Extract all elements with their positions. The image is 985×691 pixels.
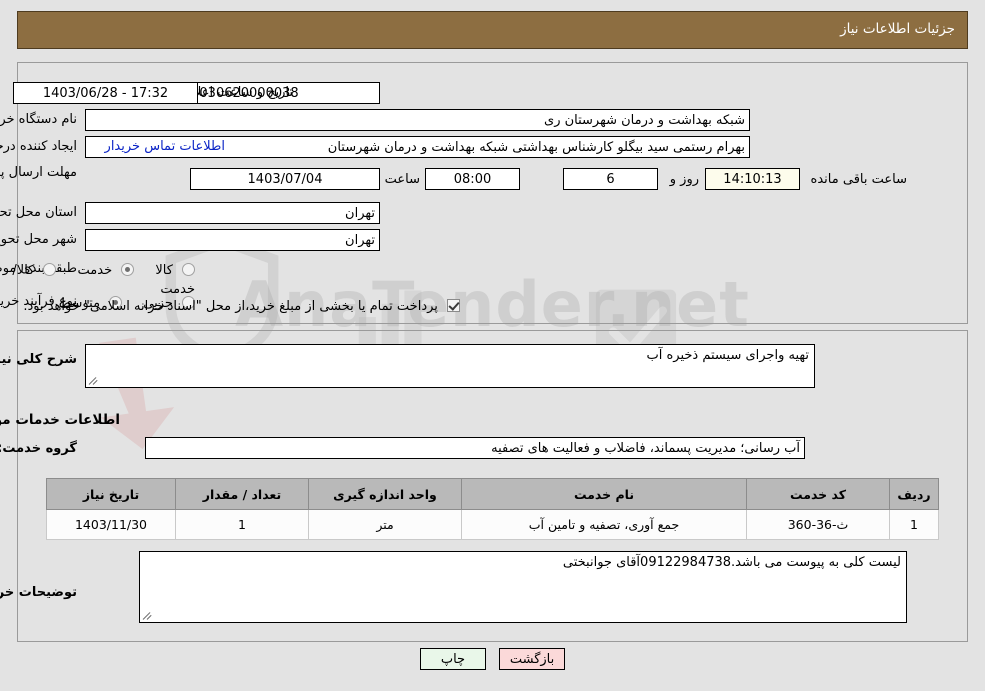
th-quantity: تعداد / مقدار: [175, 478, 309, 510]
deadline-date-value: 1403/07/04: [190, 168, 380, 190]
print-button[interactable]: چاپ: [419, 648, 486, 670]
td-need-date: 1403/11/30: [46, 509, 176, 540]
th-name: نام خدمت: [461, 478, 747, 510]
buyer-notes-value: لیست کلی به پیوست می باشد.09122984738آقا…: [562, 555, 901, 570]
td-row: 1: [889, 509, 939, 540]
province-value: تهران: [85, 202, 380, 224]
action-button-bar: بازگشت چاپ: [0, 648, 985, 670]
buyer-notes-textarea[interactable]: لیست کلی به پیوست می باشد.09122984738آقا…: [139, 551, 907, 623]
td-name: جمع آوری، تصفیه و تامین آب: [461, 509, 747, 540]
radio-circle-khedmat[interactable]: [121, 263, 135, 276]
treasury-checkbox[interactable]: [447, 299, 460, 312]
general-desc-label: شرح کلی نیاز:: [0, 352, 77, 367]
deadline-hour-label: ساعت: [384, 172, 420, 187]
service-group-value: آب رسانی؛ مدیریت پسماند، فاضلاب و فعالیت…: [145, 437, 805, 459]
table-row: 1 ث-36-360 جمع آوری، تصفیه و تامین آب مت…: [46, 509, 939, 540]
treasury-checkbox-label: پرداخت تمام یا بخشی از مبلغ خرید،از محل …: [23, 299, 438, 314]
remaining-time-label: ساعت باقی مانده: [810, 172, 907, 187]
td-code: ث-36-360: [746, 509, 890, 540]
general-desc-value: تهیه واجرای سیستم ذخیره آب: [646, 348, 810, 363]
td-unit: متر: [308, 509, 462, 540]
buyer-org-label: نام دستگاه خریدار:: [0, 112, 77, 127]
category-label-khedmat: خدمت: [77, 263, 113, 278]
resize-grip-icon[interactable]: [88, 374, 100, 386]
remaining-days-value: 6: [563, 168, 658, 190]
services-table: ردیف کد خدمت نام خدمت واحد اندازه گیری ت…: [46, 478, 939, 540]
services-section-title: اطلاعات خدمات مورد نیاز: [0, 412, 120, 428]
deadline-label: مهلت ارسال پاسخ: تا تاریخ:: [0, 165, 77, 180]
th-row: ردیف: [889, 478, 939, 510]
resize-grip-icon-notes[interactable]: [142, 609, 154, 621]
announce-datetime-value: 17:32 - 1403/06/28: [13, 82, 198, 104]
category-radio-khedmat[interactable]: خدمت: [56, 259, 135, 278]
page-root: AnaTender.net جزئیات اطلاعات نیاز شماره …: [0, 0, 985, 691]
buyer-contact-link[interactable]: اطلاعات تماس خریدار: [105, 139, 225, 154]
buyer-org-value: شبکه بهداشت و درمان شهرستان ری: [85, 109, 750, 131]
th-code: کد خدمت: [746, 478, 890, 510]
category-radio-kala[interactable]: کالا: [134, 259, 195, 278]
th-need-date: تاریخ نیاز: [46, 478, 176, 510]
radio-circle-kala-khedmat[interactable]: [43, 263, 57, 276]
table-header-row: ردیف کد خدمت نام خدمت واحد اندازه گیری ت…: [46, 478, 939, 510]
page-title: جزئیات اطلاعات نیاز: [840, 21, 955, 37]
city-label: شهر محل تحویل:: [0, 232, 77, 247]
province-label: استان محل تحویل:: [0, 205, 77, 220]
general-desc-textarea[interactable]: تهیه واجرای سیستم ذخیره آب: [85, 344, 815, 388]
remaining-days-label: روز و: [669, 172, 699, 187]
city-value: تهران: [85, 229, 380, 251]
page-title-bar: جزئیات اطلاعات نیاز: [17, 11, 968, 49]
back-button[interactable]: بازگشت: [499, 648, 566, 670]
treasury-checkbox-row[interactable]: پرداخت تمام یا بخشی از مبلغ خرید،از محل …: [23, 295, 460, 314]
radio-circle-kala[interactable]: [182, 263, 195, 276]
deadline-time-value: 08:00: [425, 168, 520, 190]
service-group-label: گروه خدمت:: [0, 441, 77, 456]
category-label-kala: کالا: [155, 263, 173, 278]
buyer-notes-label: توضیحات خریدار:: [0, 585, 77, 600]
td-quantity: 1: [175, 509, 309, 540]
th-unit: واحد اندازه گیری: [308, 478, 462, 510]
request-creator-label: ایجاد کننده درخواست:: [0, 139, 77, 154]
remaining-time-value: 14:10:13: [705, 168, 800, 190]
